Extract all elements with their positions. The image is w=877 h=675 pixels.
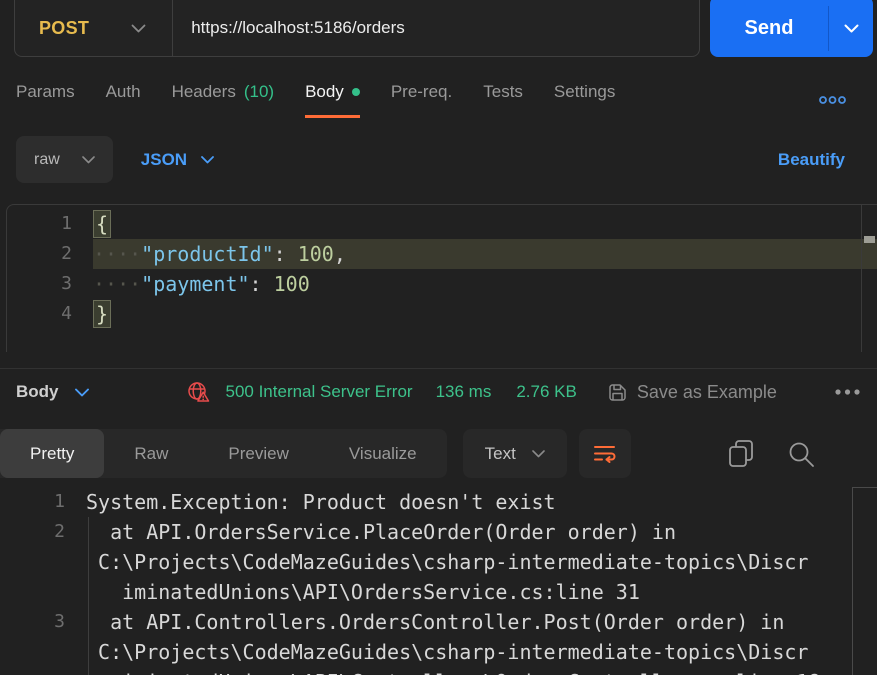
tab-settings[interactable]: Settings	[554, 82, 615, 118]
body-mode-row: raw JSON	[16, 136, 214, 183]
editor-line-active: 2 ····"productId": 100,	[7, 239, 877, 269]
scrollbar-thumb[interactable]	[864, 236, 875, 243]
response-line: 1 System.Exception: Product doesn't exis…	[54, 490, 556, 514]
chevron-down-icon	[81, 155, 95, 164]
editor-scrollbar[interactable]	[861, 205, 877, 352]
wrap-text-button[interactable]	[578, 429, 631, 478]
editor-line: 3 ····"payment": 100	[61, 272, 310, 296]
headers-count-badge: (10)	[243, 82, 275, 101]
editor-line: 1 {	[7, 209, 877, 239]
tab-visualize[interactable]: Visualize	[319, 429, 447, 478]
postman-request-view: POST Send Params Auth Headers (10) Body …	[0, 0, 877, 675]
body-language-dropdown[interactable]: JSON	[141, 150, 214, 170]
response-time[interactable]: 136 ms	[436, 382, 492, 402]
response-size[interactable]: 2.76 KB	[516, 382, 577, 402]
tab-pre-request[interactable]: Pre-req.	[391, 82, 452, 118]
response-scrollbar[interactable]	[852, 487, 877, 675]
chevron-down-icon	[201, 155, 214, 164]
request-body-editor[interactable]: 1 { 2 ····"productId": 100, 3 ····"payme…	[6, 204, 877, 352]
matched-bracket: {	[93, 210, 112, 238]
save-icon	[607, 382, 628, 403]
tab-headers[interactable]: Headers (10)	[172, 82, 275, 118]
response-view-tabs: Pretty Raw Preview Visualize	[0, 429, 447, 478]
wrap-text-icon	[593, 444, 616, 463]
request-tabs: Params Auth Headers (10) Body Pre-req. T…	[16, 82, 615, 118]
body-mode-dropdown[interactable]: raw	[16, 136, 113, 183]
save-as-example-label: Save as Example	[636, 381, 777, 402]
search-icon[interactable]	[787, 440, 815, 468]
send-button[interactable]: Send	[710, 0, 873, 57]
save-as-example-button[interactable]: Save as Example	[607, 382, 777, 403]
response-body-viewer[interactable]: 1 System.Exception: Product doesn't exis…	[0, 487, 877, 675]
tab-params[interactable]: Params	[16, 82, 75, 118]
matched-bracket: }	[93, 300, 112, 328]
method-label: POST	[39, 17, 90, 38]
response-format-dropdown[interactable]: Text	[462, 429, 567, 478]
tab-tests[interactable]: Tests	[483, 82, 523, 118]
chevron-down-icon	[74, 388, 89, 397]
more-options-icon[interactable]	[818, 95, 847, 105]
send-label[interactable]: Send	[710, 0, 828, 57]
response-body-dropdown[interactable]: Body	[16, 382, 89, 402]
response-header: Body 500 Internal Server Error 136 ms 2.…	[0, 368, 877, 415]
response-line: C:\Projects\CodeMazeGuides\csharp-interm…	[86, 640, 809, 664]
network-error-icon	[187, 381, 212, 404]
tab-body[interactable]: Body	[305, 82, 360, 118]
copy-icon[interactable]	[728, 439, 754, 468]
response-line: 3 at API.Controllers.OrdersController.Po…	[54, 610, 785, 634]
method-selector[interactable]: POST	[15, 18, 172, 39]
tab-preview[interactable]: Preview	[198, 429, 318, 478]
url-bar: POST	[14, 0, 700, 57]
tab-raw[interactable]: Raw	[104, 429, 198, 478]
url-input[interactable]	[173, 18, 699, 38]
response-line: C:\Projects\CodeMazeGuides\csharp-interm…	[86, 550, 809, 574]
body-filled-dot	[351, 88, 360, 96]
tab-auth[interactable]: Auth	[106, 82, 141, 118]
editor-line: 4 }	[7, 299, 877, 329]
response-line: 2 at API.OrdersService.PlaceOrder(Order …	[54, 520, 677, 544]
status-badge[interactable]: 500 Internal Server Error	[226, 382, 413, 402]
indent-guide	[88, 517, 89, 675]
response-line: iminatedUnions\API\Controllers\OrdersCon…	[0, 667, 877, 675]
chevron-down-icon	[131, 24, 146, 33]
tab-pretty[interactable]: Pretty	[0, 429, 105, 478]
beautify-link[interactable]: Beautify	[778, 150, 845, 170]
response-more-options-icon[interactable]	[834, 388, 861, 396]
response-toolbar: Pretty Raw Preview Visualize Text	[0, 429, 877, 478]
chevron-down-icon	[532, 449, 545, 458]
response-line: iminatedUnions\API\OrdersService.cs:line…	[86, 580, 640, 604]
send-options-button[interactable]	[829, 0, 873, 57]
